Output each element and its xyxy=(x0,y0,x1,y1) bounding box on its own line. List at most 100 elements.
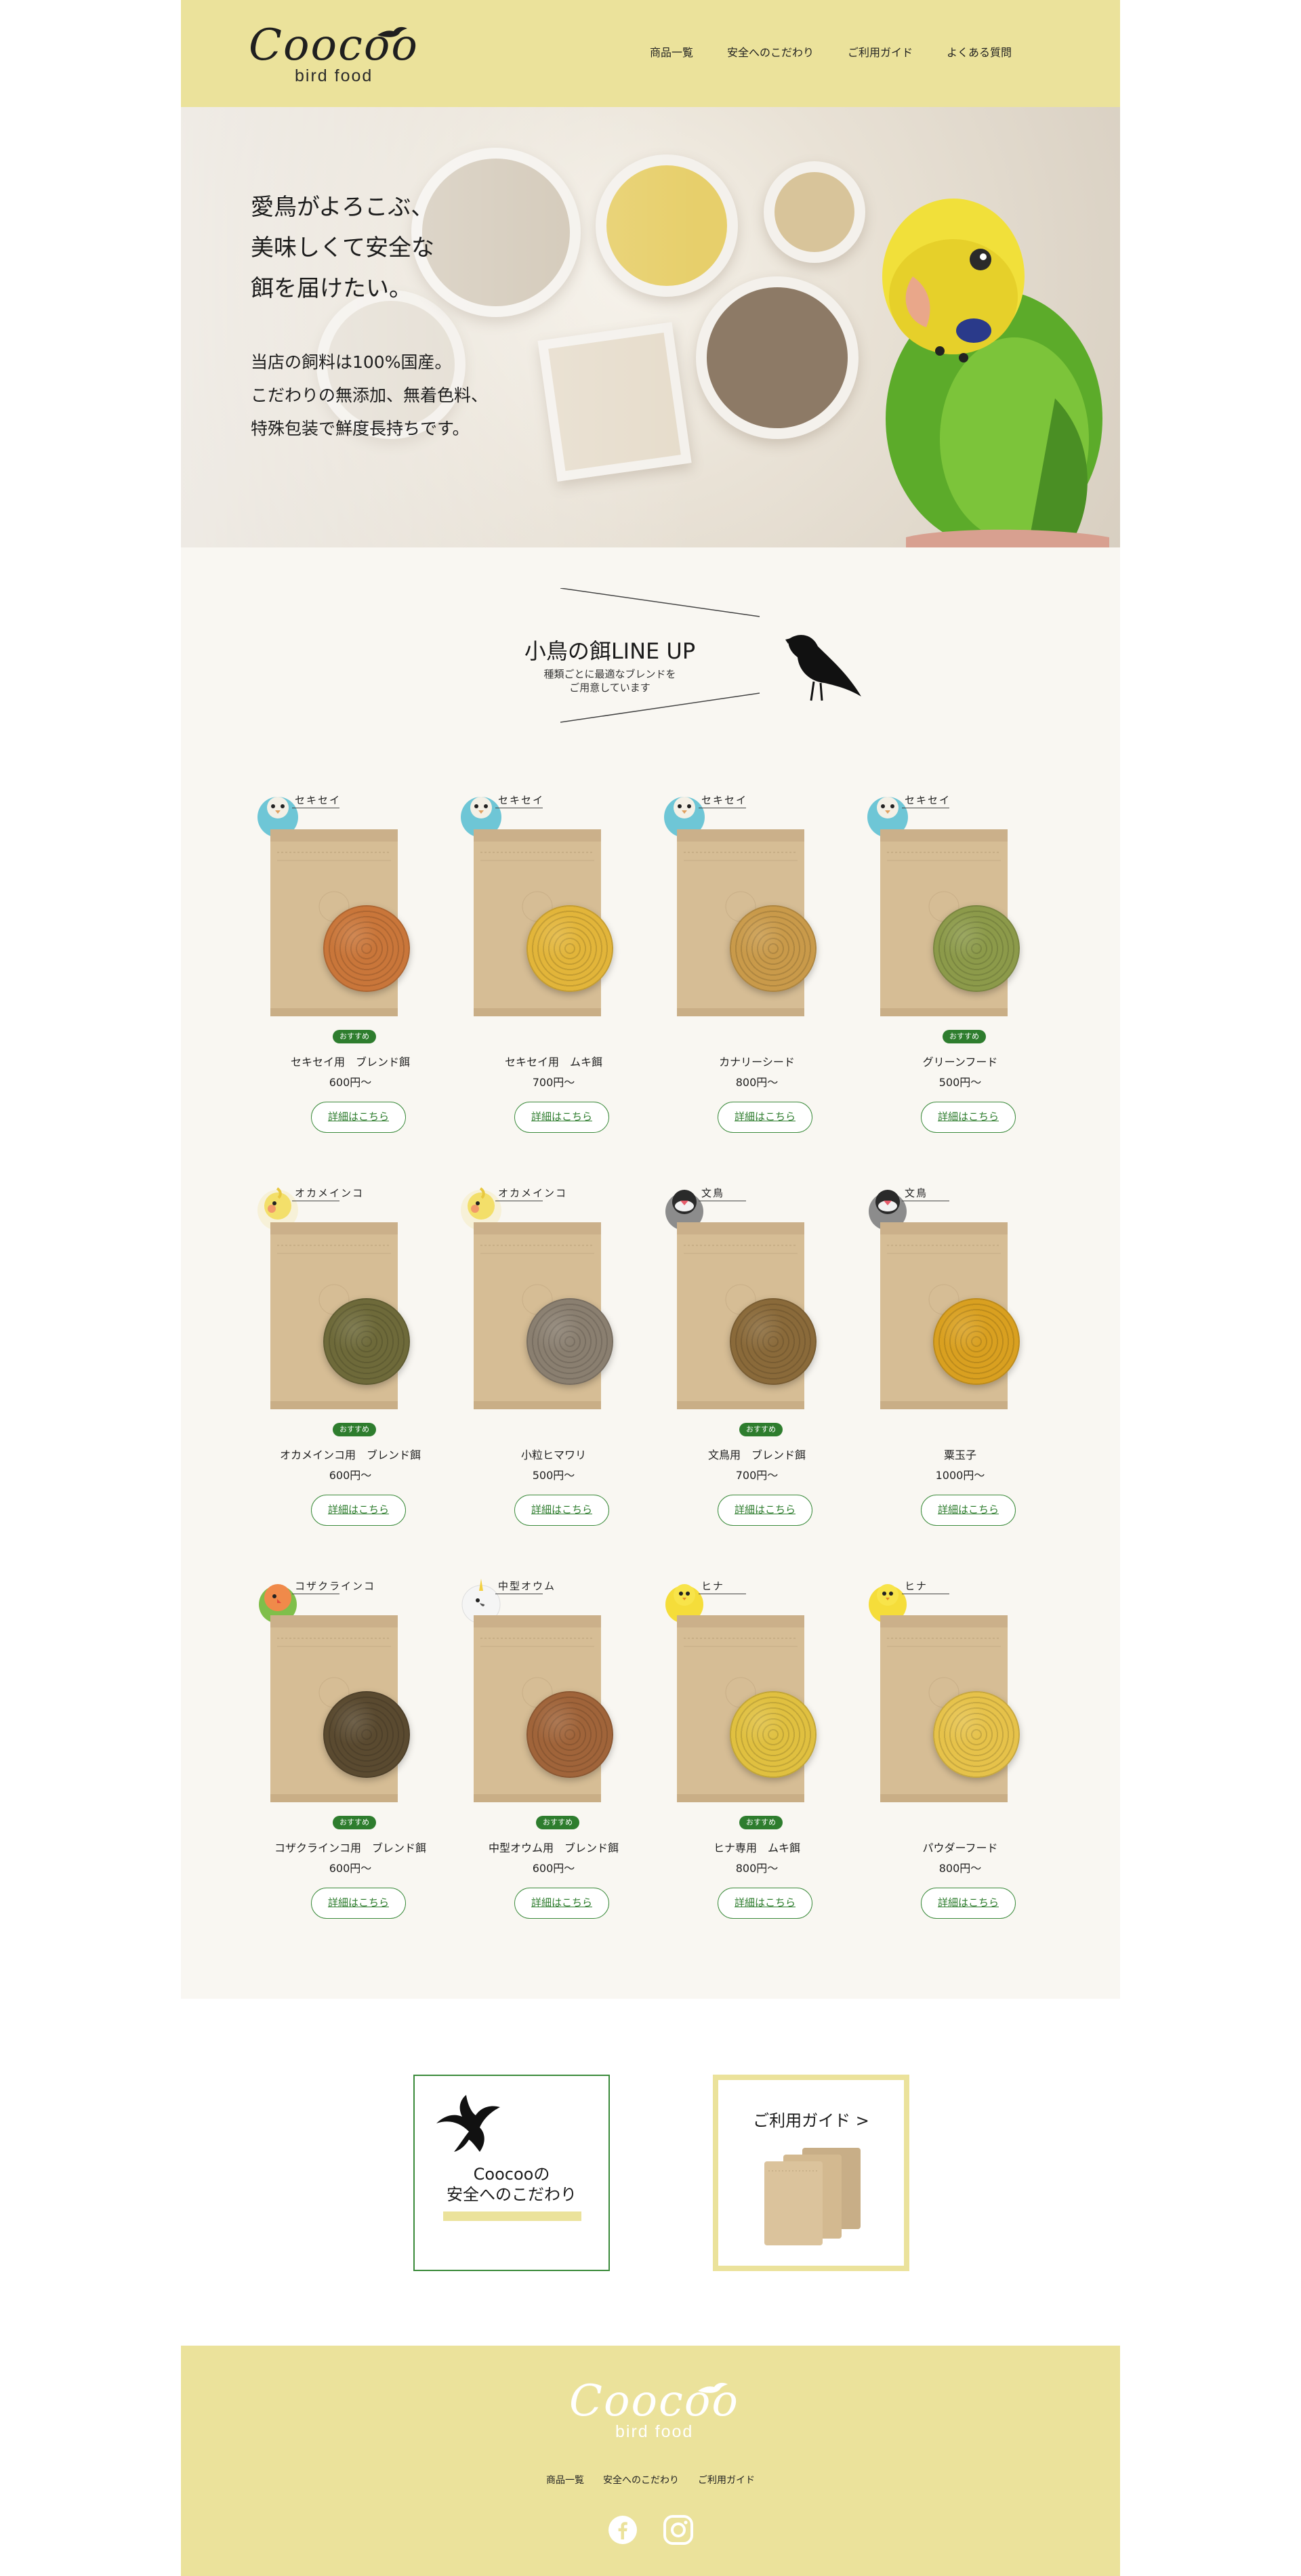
footer-logo-subtitle: bird food xyxy=(615,2422,694,2441)
product-detail-button[interactable]: 詳細はこちら xyxy=(311,1495,406,1526)
recommended-badge: おすすめ xyxy=(943,1030,986,1043)
product-name: パウダーフード xyxy=(922,1842,998,1854)
bird-type-label: 文鳥 xyxy=(701,1187,725,1199)
lineup-subtitle: 種類ごとに最適なブレンドを ご用意しています xyxy=(543,668,676,694)
product-card: オカメインコ おすすめ オカメインコ用 ブレンド餌 600円〜 詳細はこちら xyxy=(249,1178,452,1560)
hero-bowl xyxy=(764,161,865,263)
logo-subtitle: bird food xyxy=(295,66,373,85)
eagle-silhouette-icon xyxy=(436,2095,500,2152)
bird-type-label: セキセイ xyxy=(701,794,748,806)
product-card: ヒナ おすすめ ヒナ専用 ムキ餌 800円〜 詳細はこちら xyxy=(655,1571,859,1953)
bird-type-label: コザクラインコ xyxy=(295,1580,376,1592)
footer-nav: 商品一覧 安全へのこだわり ご利用ガイド xyxy=(181,2473,1120,2487)
recommended-badge: おすすめ xyxy=(333,1423,376,1436)
product-detail-button[interactable]: 詳細はこちら xyxy=(921,1102,1016,1133)
header-nav: 商品一覧 安全へのこだわり ご利用ガイド よくある質問 xyxy=(650,43,1012,60)
product-card: 中型オウムおすすめ中型オウム用 ブレンド餌 600円〜詳細はこちら xyxy=(452,1571,655,1953)
product-detail-button[interactable]: 詳細はこちら xyxy=(718,1495,812,1526)
product-detail-button[interactable]: 詳細はこちら xyxy=(311,1102,406,1133)
product-card: ヒナパウダーフード 800円〜詳細はこちら xyxy=(859,1571,1062,1953)
product-card: セキセイおすすめセキセイ用 ブレンド餌 600円〜詳細はこちら xyxy=(249,785,452,1167)
site-header: Coocoo bird food 商品一覧 安全へのこだわり ご利用ガイド よく… xyxy=(181,0,1120,107)
footer-nav-guide[interactable]: ご利用ガイド xyxy=(698,2473,755,2487)
product-name: ヒナ専用 ムキ餌 xyxy=(713,1842,800,1854)
seed-sample-image xyxy=(933,1298,1020,1385)
product-name: カナリーシード xyxy=(719,1056,795,1068)
seed-sample-image xyxy=(933,1691,1020,1778)
site-footer: Coocoo bird food 商品一覧 安全へのこだわり ご利用ガイド xyxy=(181,2346,1120,2576)
product-detail-button[interactable]: 詳細はこちら xyxy=(311,1888,406,1919)
seed-sample-image xyxy=(323,1298,410,1385)
recommended-badge: おすすめ xyxy=(739,1423,783,1436)
safety-card-underline xyxy=(443,2211,581,2221)
product-price: 600円〜 xyxy=(329,1469,372,1482)
product-detail-button[interactable]: 詳細はこちら xyxy=(921,1495,1016,1526)
product-name: セキセイ用 ブレンド餌 xyxy=(290,1056,410,1068)
nav-faq[interactable]: よくある質問 xyxy=(947,43,1012,60)
product-card: セキセイカナリーシード 800円〜詳細はこちら xyxy=(655,785,859,1167)
seed-sample-image xyxy=(730,1298,817,1385)
product-price: 500円〜 xyxy=(938,1076,982,1089)
guide-link-card[interactable]: ご利用ガイド > xyxy=(713,2075,909,2271)
footer-nav-products[interactable]: 商品一覧 xyxy=(546,2473,584,2487)
seed-sample-image xyxy=(526,1298,613,1385)
product-price: 600円〜 xyxy=(532,1862,575,1875)
product-price: 800円〜 xyxy=(938,1862,982,1875)
guide-card-title: ご利用ガイド > xyxy=(753,2111,869,2130)
product-detail-button[interactable]: 詳細はこちら xyxy=(921,1888,1016,1919)
product-price: 700円〜 xyxy=(735,1469,779,1482)
bird-type-label: ヒナ xyxy=(905,1580,928,1592)
product-name: 文鳥用 ブレンド餌 xyxy=(707,1449,806,1461)
bird-type-label: オカメインコ xyxy=(295,1187,365,1199)
product-price: 800円〜 xyxy=(735,1076,779,1089)
facebook-icon[interactable] xyxy=(608,2515,638,2545)
seed-sample-image xyxy=(323,1691,410,1778)
hero-description: 当店の飼料は100%国産。 こだわりの無添加、無着色料、 特殊包装で鮮度長持ちで… xyxy=(251,352,489,438)
lineup-title: 小鳥の餌LINE UP xyxy=(524,638,696,664)
recommended-badge: おすすめ xyxy=(536,1816,579,1829)
finch-silhouette-icon xyxy=(785,635,861,701)
footer-logo[interactable]: Coocoo bird food xyxy=(569,2376,738,2444)
product-card: コザクラインコ おすすめ コザクラインコ用 ブレンド餌 600円〜 詳細はこちら xyxy=(249,1571,452,1953)
instagram-icon[interactable] xyxy=(663,2515,693,2545)
seed-sample-image xyxy=(933,905,1020,992)
product-name: セキセイ用 ムキ餌 xyxy=(504,1056,602,1068)
footer-logo-bird-icon xyxy=(698,2382,728,2393)
bird-type-label: 文鳥 xyxy=(905,1187,928,1199)
product-card: セキセイ おすすめ グリーンフード 500円〜 詳細はこちら xyxy=(859,785,1062,1167)
product-detail-button[interactable]: 詳細はこちら xyxy=(514,1495,609,1526)
product-card: オカメインコ 小粒ヒマワリ 500円〜 詳細はこちら xyxy=(452,1178,655,1560)
nav-guide[interactable]: ご利用ガイド xyxy=(848,43,913,60)
product-price: 800円〜 xyxy=(735,1862,779,1875)
product-price: 500円〜 xyxy=(532,1469,575,1482)
bird-type-label: 中型オウム xyxy=(498,1580,556,1592)
nav-products[interactable]: 商品一覧 xyxy=(650,43,693,60)
product-name: グリーンフード xyxy=(922,1056,998,1068)
seed-sample-image xyxy=(730,905,817,992)
seed-sample-image xyxy=(526,905,613,992)
recommended-badge: おすすめ xyxy=(333,1030,376,1043)
site-logo[interactable]: Coocoo bird food xyxy=(249,20,417,88)
product-name: 中型オウム用 ブレンド餌 xyxy=(488,1842,619,1854)
footer-nav-safety[interactable]: 安全へのこだわり xyxy=(603,2473,679,2487)
seed-sample-image xyxy=(730,1691,817,1778)
hero-banner: 愛鳥がよろこぶ、 美味しくて安全な 餌を届けたい。 当店の飼料は100%国産。 … xyxy=(181,107,1120,547)
product-grid: セキセイ おすすめ セキセイ用 ブレンド餌 600円〜 詳細はこちら セキセイ セキセイ用 … xyxy=(249,785,1062,1953)
nav-safety[interactable]: 安全へのこだわり xyxy=(727,43,814,60)
product-price: 700円〜 xyxy=(532,1076,575,1089)
product-price: 600円〜 xyxy=(329,1076,372,1089)
social-links xyxy=(181,2515,1120,2545)
hero-veil xyxy=(181,107,696,547)
budgie-photo xyxy=(882,199,1109,547)
product-detail-button[interactable]: 詳細はこちら xyxy=(514,1102,609,1133)
product-name: 粟玉子 xyxy=(943,1449,976,1461)
product-detail-button[interactable]: 詳細はこちら xyxy=(718,1888,812,1919)
safety-link-card[interactable]: Coocooの 安全へのこだわり xyxy=(413,2075,610,2271)
product-detail-button[interactable]: 詳細はこちら xyxy=(514,1888,609,1919)
recommended-badge: おすすめ xyxy=(739,1816,783,1829)
bird-type-label: セキセイ xyxy=(295,794,342,806)
product-detail-button[interactable]: 詳細はこちら xyxy=(718,1102,812,1133)
hero-bowl xyxy=(696,276,859,439)
product-name: 小粒ヒマワリ xyxy=(520,1449,586,1461)
safety-card-title: Coocooの 安全へのこだわり xyxy=(447,2165,577,2204)
